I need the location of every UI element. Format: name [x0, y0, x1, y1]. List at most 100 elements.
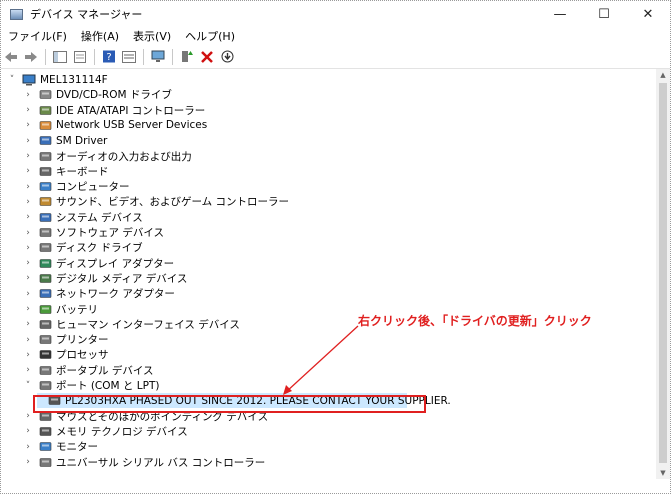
update-driver-button[interactable]	[177, 47, 197, 67]
tree-category-item[interactable]: › SM Driver	[23, 133, 107, 148]
tree-category-item[interactable]: › ネットワーク アダプター	[23, 286, 175, 301]
chevron-right-icon[interactable]: ›	[23, 426, 33, 436]
chevron-right-icon[interactable]: ›	[23, 273, 33, 283]
chevron-right-icon[interactable]: ›	[23, 442, 33, 452]
chevron-right-icon[interactable]: ›	[23, 304, 33, 314]
tree-item-label: モニター	[56, 441, 98, 454]
menu-file[interactable]: ファイル(F)	[1, 28, 74, 44]
tree-item-label: メモリ テクノロジ デバイス	[56, 425, 188, 438]
tree-item-label: キーボード	[56, 165, 109, 178]
tree-category-item[interactable]: › ポータブル デバイス	[23, 363, 153, 378]
chevron-right-icon[interactable]: ›	[23, 166, 33, 176]
tree-root-label: MEL131114F	[40, 73, 108, 86]
printer-icon	[38, 334, 52, 346]
usb-server-icon	[38, 119, 52, 131]
tree-category-item[interactable]: › ユニバーサル シリアル バス コントローラー	[23, 455, 265, 470]
tree-item-label: Network USB Server Devices	[56, 119, 208, 132]
chevron-down-icon[interactable]: ˅	[7, 75, 17, 85]
chevron-right-icon[interactable]: ›	[23, 151, 33, 161]
menu-view[interactable]: 表示(V)	[126, 28, 178, 44]
tree-item-label: プリンター	[56, 334, 109, 347]
processor-icon	[38, 349, 52, 361]
digital-media-icon	[38, 272, 52, 284]
tree-item-label: コンピューター	[56, 181, 130, 194]
menu-help[interactable]: ヘルプ(H)	[178, 28, 242, 44]
tree-category-item[interactable]: › ソフトウェア デバイス	[23, 225, 164, 240]
uninstall-button[interactable]	[197, 47, 217, 67]
tree-root[interactable]: ˅ MEL131114F	[7, 72, 108, 87]
tree-category-item[interactable]: › モニター	[23, 439, 98, 454]
scroll-down-icon[interactable]: ▼	[656, 467, 670, 479]
back-button[interactable]	[1, 47, 21, 67]
display-adapter-icon	[38, 257, 52, 269]
chevron-right-icon[interactable]: ›	[23, 258, 33, 268]
tree-category-item[interactable]: › DVD/CD-ROM ドライブ	[23, 87, 172, 102]
enable-device-button[interactable]	[217, 47, 237, 67]
close-button[interactable]: ✕	[626, 1, 670, 27]
tree-category-item[interactable]: › プロセッサ	[23, 347, 108, 362]
scroll-thumb[interactable]	[659, 83, 667, 463]
chevron-right-icon[interactable]: ›	[23, 197, 33, 207]
tree-item-label: ソフトウェア デバイス	[56, 227, 165, 239]
tree-category-item[interactable]: › ディスク ドライブ	[23, 240, 142, 255]
tree-item-label: ユニバーサル シリアル バス コントローラー	[56, 456, 266, 469]
toolbar-separator	[143, 48, 144, 65]
tree-item-label: バッテリ	[56, 303, 98, 316]
chevron-right-icon[interactable]: ›	[23, 350, 33, 360]
chevron-right-icon[interactable]: ›	[23, 335, 33, 345]
tree-category-item[interactable]: › ディスプレイ アダプター	[23, 256, 174, 271]
network-adapter-icon	[38, 288, 52, 300]
tree-category-item[interactable]: › プリンター	[23, 332, 109, 347]
tree-category-item[interactable]: › ヒューマン インターフェイス デバイス	[23, 317, 240, 332]
tree-category-item[interactable]: › システム デバイス	[23, 210, 143, 225]
chevron-right-icon[interactable]: ›	[23, 90, 33, 100]
tree-item-label: システム デバイス	[56, 211, 143, 224]
chevron-right-icon[interactable]: ›	[23, 411, 33, 421]
menu-action[interactable]: 操作(A)	[74, 28, 126, 44]
properties-button[interactable]	[70, 47, 90, 67]
chevron-right-icon[interactable]: ›	[23, 228, 33, 238]
sound-icon	[38, 196, 52, 208]
tree-category-item[interactable]: › キーボード	[23, 164, 109, 179]
chevron-down-icon[interactable]: ˅	[23, 381, 33, 391]
view-button[interactable]	[119, 47, 139, 67]
window-title: デバイス マネージャー	[30, 8, 143, 21]
forward-button[interactable]	[21, 47, 41, 67]
tree-category-item[interactable]: › メモリ テクノロジ デバイス	[23, 424, 188, 439]
chevron-right-icon[interactable]: ›	[23, 365, 33, 375]
maximize-button[interactable]: ☐	[582, 1, 626, 27]
tree-category-item[interactable]: › Network USB Server Devices	[23, 118, 207, 133]
scan-hardware-button[interactable]	[148, 47, 168, 67]
title-bar: デバイス マネージャー — ☐ ✕	[1, 1, 670, 27]
chevron-right-icon[interactable]: ›	[23, 182, 33, 192]
tree-category-item[interactable]: › バッテリ	[23, 302, 98, 317]
tree-item-label: ネットワーク アダプター	[56, 288, 175, 301]
tree-category-item[interactable]: › コンピューター	[23, 179, 130, 194]
tree-category-item[interactable]: ˅ ポート (COM と LPT)	[23, 378, 160, 393]
help-button[interactable]: ?	[99, 47, 119, 67]
chevron-right-icon[interactable]: ›	[23, 120, 33, 130]
scroll-up-icon[interactable]: ▲	[656, 69, 670, 81]
chevron-right-icon[interactable]: ›	[23, 105, 33, 115]
tree-category-item[interactable]: › デジタル メディア デバイス	[23, 271, 187, 286]
vertical-scrollbar[interactable]: ▲ ▼	[656, 69, 670, 479]
chevron-right-icon[interactable]: ›	[23, 289, 33, 299]
tree-category-item[interactable]: › サウンド、ビデオ、およびゲーム コントローラー	[23, 194, 289, 209]
chevron-right-icon[interactable]: ›	[23, 212, 33, 222]
tree-category-item[interactable]: › IDE ATA/ATAPI コントローラー	[23, 103, 205, 118]
toolbar-separator	[94, 48, 95, 65]
chevron-right-icon[interactable]: ›	[23, 457, 33, 467]
tree-item-label: オーディオの入力および出力	[56, 150, 192, 163]
system-device-icon	[38, 211, 52, 223]
tree-item-label: デジタル メディア デバイス	[56, 272, 188, 285]
chevron-right-icon[interactable]: ›	[23, 319, 33, 329]
monitor-icon	[38, 441, 52, 453]
audio-icon	[38, 150, 52, 162]
minimize-button[interactable]: —	[538, 1, 582, 27]
tree-category-item[interactable]: › オーディオの入力および出力	[23, 149, 192, 164]
view-list-icon	[122, 50, 136, 63]
show-hide-tree-button[interactable]	[50, 47, 70, 67]
update-driver-icon	[182, 51, 193, 62]
chevron-right-icon[interactable]: ›	[23, 243, 33, 253]
chevron-right-icon[interactable]: ›	[23, 136, 33, 146]
